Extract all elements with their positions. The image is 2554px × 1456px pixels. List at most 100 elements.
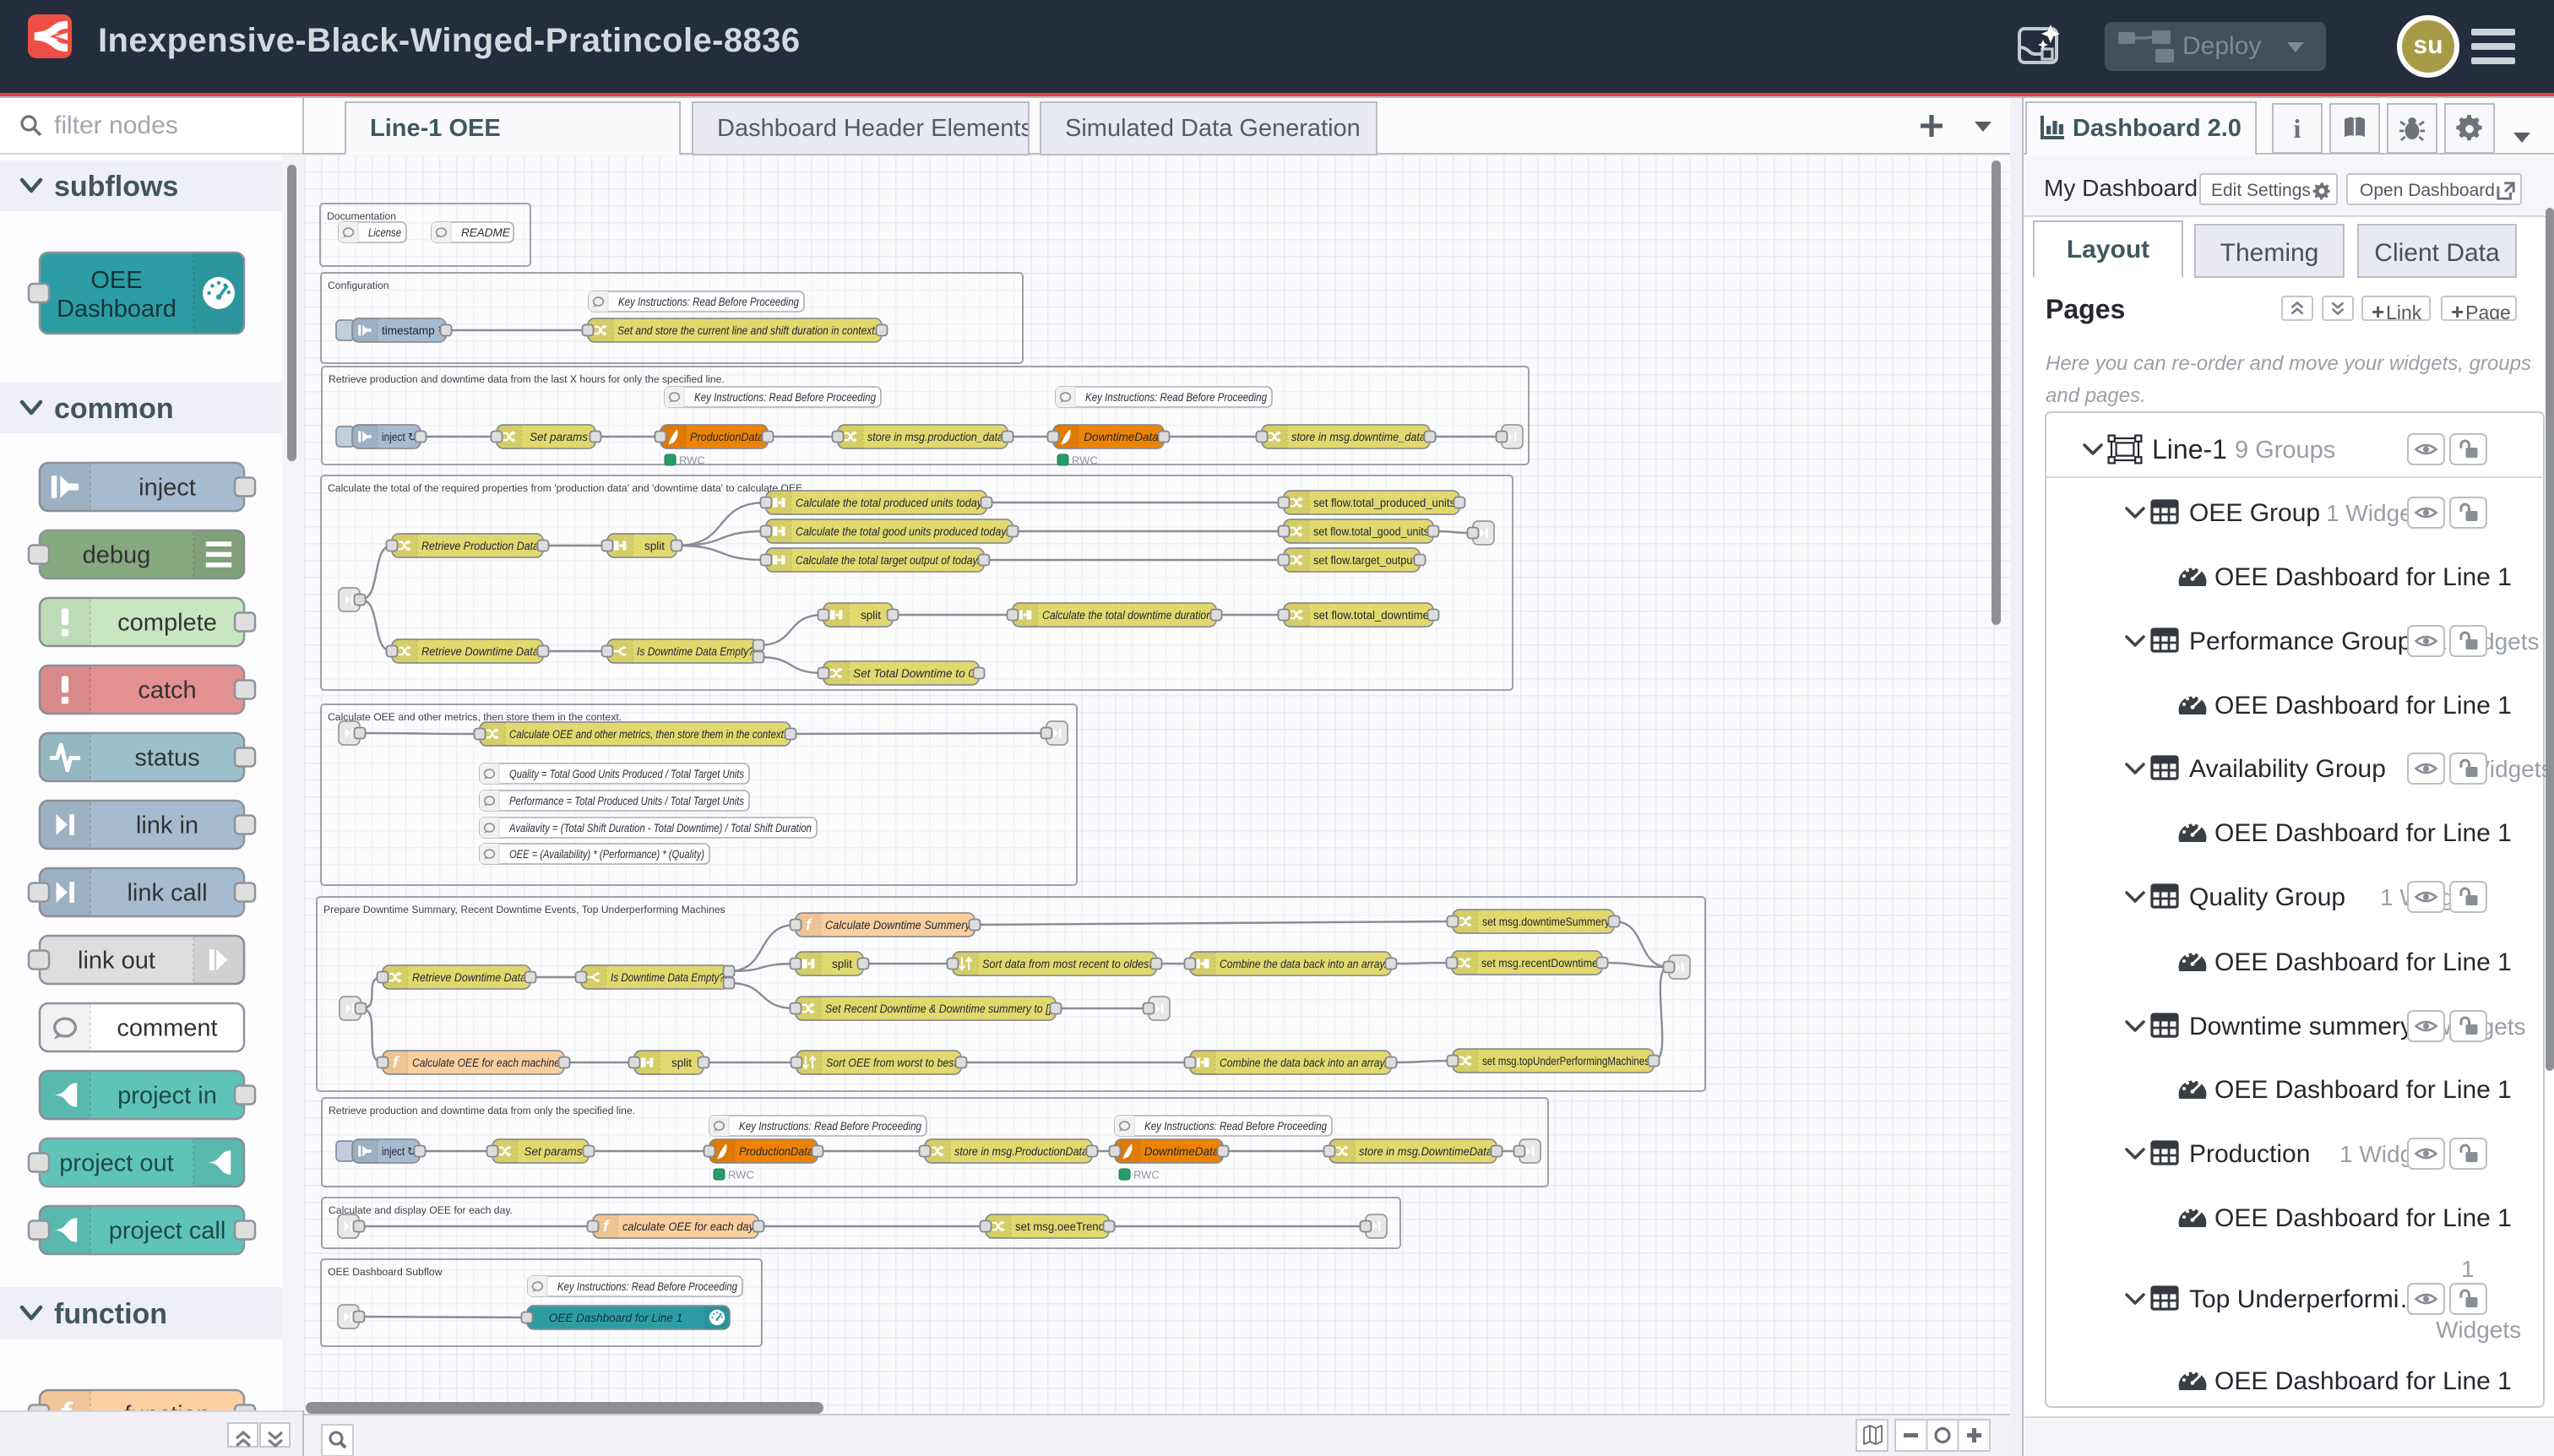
svg-text:Availability Group: Availability Group [2189,755,2386,783]
svg-text:set msg.downtimeSummery: set msg.downtimeSummery [1482,915,1610,928]
svg-text:Retrieve Downtime Data: Retrieve Downtime Data [412,971,526,984]
svg-text:Calculate the total downtime d: Calculate the total downtime duration [1042,609,1212,622]
svg-text:RWC: RWC [1133,1169,1160,1182]
svg-text:comment: comment [117,1015,217,1042]
svg-text:OEE Dashboard for Line 1: OEE Dashboard for Line 1 [2214,1204,2512,1232]
svg-text:RWC: RWC [679,454,705,467]
svg-text:inject: inject [139,475,196,502]
svg-text:Set params: Set params [530,431,588,443]
svg-text:Is Downtime Data Empty?: Is Downtime Data Empty? [611,971,725,984]
svg-text:OEE = (Availability) * (Perfor: OEE = (Availability) * (Performance) * (… [509,848,704,861]
svg-text:link out: link out [78,948,155,975]
svg-text:Calculate OEE for each machine: Calculate OEE for each machine [412,1057,560,1069]
svg-text:timestamp ¹: timestamp ¹ [382,324,443,337]
svg-text:Key Instructions: Read Before: Key Instructions: Read Before Proceeding [739,1120,921,1133]
svg-text:RWC: RWC [1072,454,1098,467]
svg-text:split: split [861,609,881,622]
svg-text:set flow.total_downtime: set flow.total_downtime [1313,609,1429,622]
svg-text:Calculate OEE and other metric: Calculate OEE and other metrics, then st… [509,728,786,741]
svg-text:ProductionData: ProductionData [690,431,763,443]
svg-text:project in: project in [117,1083,217,1110]
svg-text:set msg.recentDowntime: set msg.recentDowntime [1481,957,1598,970]
svg-text:README: README [461,226,511,239]
svg-text:9 Groups: 9 Groups [2235,437,2335,464]
svg-text:Dashboard: Dashboard [57,296,177,323]
svg-text:Calculate the total good units: Calculate the total good units produced … [796,525,1008,538]
svg-text:debug: debug [83,542,151,569]
svg-text:Top Underperformi…: Top Underperformi… [2189,1285,2424,1313]
svg-text:project call: project call [109,1218,226,1245]
svg-text:Key Instructions: Read Before: Key Instructions: Read Before Proceeding [1085,391,1267,404]
svg-text:Set and store the current line: Set and store the current line and shift… [617,324,878,337]
svg-text:Set params: Set params [524,1145,582,1158]
svg-text:Availavity = (Total Shift Dura: Availavity = (Total Shift Duration - Tot… [508,822,812,834]
svg-text:Key Instructions: Read Before: Key Instructions: Read Before Proceeding [618,296,799,308]
svg-text:Calculate the total target out: Calculate the total target output of tod… [796,554,980,567]
svg-text:OEE: OEE [90,267,142,294]
svg-text:Key Instructions: Read Before: Key Instructions: Read Before Proceeding [694,391,876,404]
svg-text:Retrieve production and downti: Retrieve production and downtime data fr… [329,373,725,385]
svg-text:DowntimeData: DowntimeData [1144,1145,1220,1158]
svg-text:License: License [368,226,401,239]
svg-text:set flow.target_output: set flow.target_output [1313,554,1416,567]
svg-text:inject ↻: inject ↻ [382,1145,416,1158]
svg-text:Set Recent Downtime & Downtime: Set Recent Downtime & Downtime summery t… [825,1002,1052,1015]
svg-text:Retrieve Downtime Data: Retrieve Downtime Data [421,645,539,658]
svg-text:subflows: subflows [54,171,178,203]
svg-text:RWC: RWC [728,1169,754,1182]
svg-text:Retrieve Production Data: Retrieve Production Data [421,540,539,552]
svg-text:function: function [124,1402,210,1411]
svg-text:OEE Dashboard for Line 1: OEE Dashboard for Line 1 [2214,692,2512,720]
svg-text:Quality = Total Good Units Pro: Quality = Total Good Units Produced / To… [509,768,744,780]
svg-text:Widgets: Widgets [2436,1317,2521,1343]
svg-text:store in msg.downtime_data: store in msg.downtime_data [1291,431,1426,443]
svg-text:ProductionData: ProductionData [739,1145,813,1158]
svg-text:Calculate Downtime Summery: Calculate Downtime Summery [825,919,971,932]
svg-text:OEE Dashboard for Line 1: OEE Dashboard for Line 1 [2214,1367,2512,1395]
svg-text:catch: catch [138,677,196,704]
svg-text:Downtime summery: Downtime summery [2189,1013,2413,1040]
svg-text:Combine the data back into an: Combine the data back into an array. [1220,958,1387,970]
svg-text:Is Downtime Data Empty?: Is Downtime Data Empty? [637,645,754,658]
svg-text:Calculate OEE and other metric: Calculate OEE and other metrics, then st… [328,711,622,723]
svg-text:DowntimeData: DowntimeData [1084,431,1159,443]
svg-text:status: status [134,745,199,772]
svg-text:1: 1 [2461,1256,2475,1282]
svg-text:OEE Dashboard for Line 1: OEE Dashboard for Line 1 [2214,563,2512,591]
svg-text:set msg.oeeTrend: set msg.oeeTrend [1015,1220,1105,1233]
svg-text:function: function [54,1298,167,1330]
svg-text:Quality Group: Quality Group [2189,883,2345,911]
svg-text:complete: complete [117,610,217,637]
svg-text:Calculate the total of the req: Calculate the total of the required prop… [328,482,802,494]
svg-text:Line-1: Line-1 [2152,434,2227,465]
svg-text:link call: link call [127,880,207,907]
svg-text:Combine the data back into an: Combine the data back into an array. [1220,1057,1387,1069]
svg-text:set msg.topUnderPerformingMach: set msg.topUnderPerformingMachines [1482,1055,1649,1068]
svg-text:OEE Dashboard for Line 1: OEE Dashboard for Line 1 [2214,819,2512,847]
svg-text:calculate OEE for each day: calculate OEE for each day [622,1220,755,1233]
svg-text:Production: Production [2189,1140,2310,1168]
svg-text:Sort OEE from worst to best: Sort OEE from worst to best [826,1057,958,1069]
svg-text:Set Total Downtime to 0: Set Total Downtime to 0 [853,667,975,680]
svg-text:project out: project out [59,1150,173,1177]
svg-text:Performance Group: Performance Group [2189,627,2411,655]
svg-text:store in msg.DowntimeData: store in msg.DowntimeData [1359,1145,1492,1158]
svg-text:split: split [644,540,665,552]
svg-text:store in msg.ProductionData: store in msg.ProductionData [954,1145,1088,1158]
svg-text:set flow.total_produced_units: set flow.total_produced_units [1313,497,1455,509]
svg-text:Performance = Total Produced U: Performance = Total Produced Units / Tot… [509,795,744,807]
svg-text:split: split [671,1057,692,1069]
svg-text:set flow.total_good_units: set flow.total_good_units [1313,525,1429,538]
svg-text:inject ↻: inject ↻ [382,431,416,443]
svg-text:common: common [54,393,174,425]
svg-text:OEE Group: OEE Group [2189,499,2320,527]
svg-text:OEE Dashboard Subflow: OEE Dashboard Subflow [328,1266,443,1278]
svg-text:OEE Dashboard for Line 1: OEE Dashboard for Line 1 [2214,948,2512,976]
svg-text:Key Instructions: Read Before: Key Instructions: Read Before Proceeding [1144,1120,1327,1133]
svg-text:OEE Dashboard for Line 1: OEE Dashboard for Line 1 [2214,1076,2512,1104]
svg-text:Retrieve production and downti: Retrieve production and downtime data fr… [329,1105,635,1116]
svg-text:Sort data from most recent to: Sort data from most recent to oldest [982,958,1153,970]
svg-text:Key Instructions: Read Before: Key Instructions: Read Before Proceeding [557,1280,737,1293]
svg-text:split: split [832,958,852,970]
svg-text:Prepare Downtime Summary, Rece: Prepare Downtime Summary, Recent Downtim… [323,904,725,915]
